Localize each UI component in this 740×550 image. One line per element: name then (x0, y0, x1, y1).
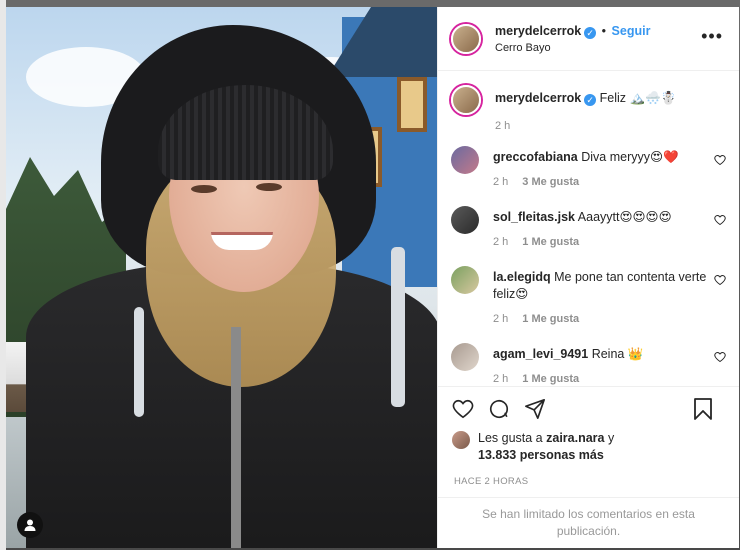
liker-avatar[interactable] (452, 431, 470, 449)
heart-icon[interactable] (714, 351, 726, 363)
liker-username[interactable]: zaira.nara (546, 431, 604, 445)
tagged-users-button[interactable] (17, 512, 43, 538)
post-sidebar: merydelcerrok ✓ • Seguir Cerro Bayo ••• m… (437, 7, 739, 548)
cabin-window (397, 77, 427, 132)
post-modal: merydelcerrok ✓ • Seguir Cerro Bayo ••• m… (6, 7, 739, 548)
post-timestamp[interactable]: HACE 2 HORAS (438, 464, 739, 497)
comment-time[interactable]: 2 h (493, 373, 508, 385)
comment-text: Reina 👑 (591, 347, 644, 361)
like-heart-icon[interactable] (452, 398, 474, 420)
author-username[interactable]: merydelcerrok (495, 24, 581, 38)
heart-icon[interactable] (714, 154, 726, 166)
comment-time[interactable]: 2 h (493, 176, 508, 188)
heart-icon[interactable] (714, 274, 726, 286)
comment-username[interactable]: greccofabiana (493, 150, 578, 164)
photo-drawstring (134, 307, 144, 417)
likes-joiner: y (607, 431, 615, 445)
comment-item: greccofabiana Diva meryyy😍❤️ 2 h 3 Me gus… (451, 146, 726, 188)
separator-dot: • (601, 23, 607, 38)
verified-icon: ✓ (584, 94, 597, 106)
comment-time[interactable]: 2 h (493, 236, 508, 248)
follow-button[interactable]: Seguir (612, 24, 651, 38)
likes-prefix: Les gusta a (478, 431, 543, 445)
comment-avatar[interactable] (451, 146, 479, 174)
photo-drawstring (391, 247, 405, 407)
comment-item: agam_levi_9491 Reina 👑 2 h 1 Me gusta (451, 343, 726, 385)
comment-avatar[interactable] (451, 343, 479, 371)
comment-icon[interactable] (488, 398, 510, 420)
comment-time[interactable]: 2 h (493, 313, 508, 325)
comment-avatar[interactable] (451, 206, 479, 234)
comment-username[interactable]: agam_levi_9491 (493, 347, 588, 361)
action-bar (438, 386, 739, 430)
comment-text: Aaayytt😍😍😍😍 (577, 210, 672, 224)
verified-icon: ✓ (584, 26, 597, 39)
post-header: merydelcerrok ✓ • Seguir Cerro Bayo ••• (438, 7, 739, 71)
comment-likes[interactable]: 1 Me gusta (522, 313, 579, 325)
comment-username[interactable]: sol_fleitas.jsk (493, 210, 575, 224)
location-link[interactable]: Cerro Bayo (495, 42, 650, 54)
author-avatar[interactable] (451, 23, 481, 54)
comment-text: Diva meryyy😍❤️ (581, 150, 679, 164)
comment-likes[interactable]: 1 Me gusta (522, 373, 579, 385)
caption-username[interactable]: merydelcerrok (495, 91, 581, 105)
photo-eye (256, 183, 282, 191)
photo-zipper (231, 327, 241, 548)
post-photo[interactable] (6, 7, 437, 548)
caption-time[interactable]: 2 h (495, 120, 510, 132)
photo-eye (191, 185, 217, 193)
caption-avatar[interactable] (451, 85, 481, 115)
heart-icon[interactable] (714, 214, 726, 226)
bookmark-icon[interactable] (693, 397, 713, 421)
comment-likes[interactable]: 1 Me gusta (522, 236, 579, 248)
comments-limited-notice: Se han limitado los comentarios en esta … (438, 497, 739, 548)
comment-item: la.elegidq Me pone tan contenta verte fe… (451, 266, 726, 325)
comment-username[interactable]: la.elegidq (493, 270, 551, 284)
comments-list[interactable]: merydelcerrok ✓ Feliz 🏔️🌨️☃️ 2 h greccofa… (438, 71, 739, 386)
comment-avatar[interactable] (451, 266, 479, 294)
likes-summary: Les gusta a zaira.nara y 13.833 personas… (438, 430, 739, 464)
likes-count[interactable]: 13.833 personas más (478, 448, 604, 462)
more-options-icon[interactable]: ••• (701, 27, 723, 45)
user-icon (24, 519, 36, 531)
comment-likes[interactable]: 3 Me gusta (522, 176, 579, 188)
caption: merydelcerrok ✓ Feliz 🏔️🌨️☃️ 2 h (451, 85, 726, 132)
share-icon[interactable] (524, 398, 546, 420)
comment-item: sol_fleitas.jsk Aaayytt😍😍😍😍 2 h 1 Me gust… (451, 206, 726, 248)
caption-text: Feliz 🏔️🌨️☃️ (599, 91, 677, 105)
